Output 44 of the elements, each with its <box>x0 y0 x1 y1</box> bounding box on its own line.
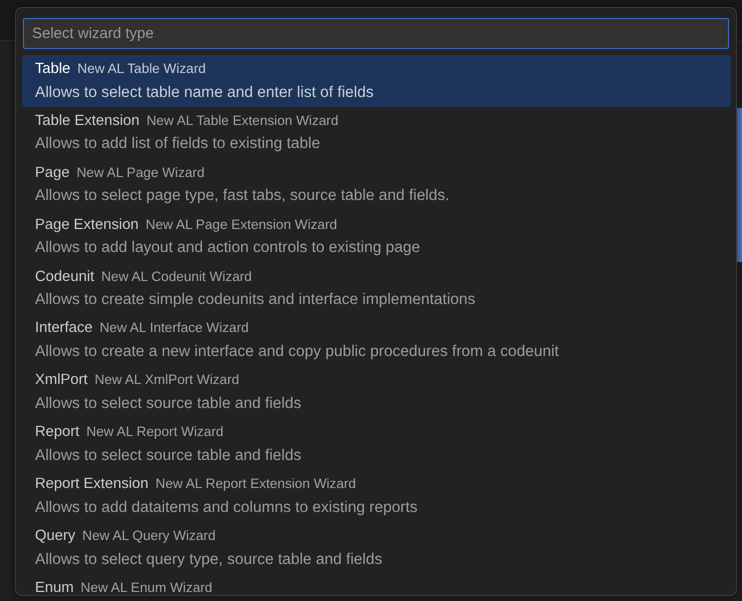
wizard-option[interactable]: Page Extension New AL Page Extension Wizard Allows to add layout and action controls to existing page <box>22 210 731 263</box>
option-label: XmlPort <box>35 372 88 388</box>
option-detail: New AL XmlPort Wizard <box>94 372 240 388</box>
wizard-option[interactable]: Table Extension New AL Table Extension Wizard Allows to add list of fields to existing table <box>22 106 731 159</box>
option-detail: New AL Report Extension Wizard <box>156 476 356 492</box>
option-label: Report <box>35 424 80 440</box>
option-description: Allows to select source table and fields <box>35 394 302 412</box>
wizard-option[interactable]: Codeunit New AL Codeunit Wizard Allows to create simple codeunits and interface implementations <box>22 262 731 314</box>
option-label: Table Extension <box>35 112 140 129</box>
wizard-option[interactable]: Report New AL Report Wizard Allows to select source table and fields <box>22 418 731 470</box>
option-label: Codeunit <box>35 268 94 285</box>
wizard-option[interactable]: Interface New AL Interface Wizard Allows to create a new interface and copy public procedures from a codeunit <box>22 314 731 366</box>
option-detail: New AL Interface Wizard <box>100 320 249 336</box>
option-description: Allows to add list of fields to existing table <box>35 135 320 152</box>
option-detail: New AL Table Extension Wizard <box>146 112 338 128</box>
option-label: Enum <box>35 580 74 595</box>
option-description: Allows to select page type, fast tabs, source table and fields. <box>35 187 450 204</box>
option-label: Page Extension <box>35 216 139 233</box>
option-label: Report Extension <box>35 476 149 492</box>
option-description: Allows to add dataitems and columns to existing reports <box>35 498 418 516</box>
wizard-option[interactable]: Page New AL Page Wizard Allows to select page type, fast tabs, source table and fields. <box>22 158 731 211</box>
option-label: Page <box>35 164 70 181</box>
option-label: Table <box>35 61 70 77</box>
wizard-option[interactable]: Enum New AL Enum Wizard <box>22 574 731 595</box>
option-detail: New AL Codeunit Wizard <box>101 268 252 284</box>
wizard-option[interactable]: Report Extension New AL Report Extension Wizard Allows to add dataitems and columns to existing reports <box>22 470 731 522</box>
wizard-option[interactable]: Query New AL Query Wizard Allows to select query type, source table and fields <box>22 522 731 574</box>
option-description: Allows to select query type, source table and fields <box>35 550 382 568</box>
wizard-option[interactable]: XmlPort New AL XmlPort Wizard Allows to select source table and fields <box>22 366 731 418</box>
option-description: Allows to select source table and fields <box>35 446 302 464</box>
option-description: Allows to create simple codeunits and interface implementations <box>35 291 476 308</box>
option-detail: New AL Query Wizard <box>82 528 216 544</box>
option-detail: New AL Page Wizard <box>76 164 205 180</box>
option-description: Allows to select table name and enter list of fields <box>35 84 374 100</box>
option-detail: New AL Page Extension Wizard <box>146 216 338 232</box>
option-detail: New AL Table Wizard <box>77 61 206 76</box>
option-detail: New AL Enum Wizard <box>80 580 212 595</box>
option-label: Query <box>35 528 76 544</box>
option-description: Allows to add layout and action controls to existing page <box>35 239 420 256</box>
search-field[interactable]: Select wizard type <box>23 18 729 49</box>
option-description: Allows to create a new interface and copy public procedures from a codeunit <box>35 342 559 360</box>
option-detail: New AL Report Wizard <box>86 424 224 440</box>
wizard-option[interactable]: Table New AL Table Wizard Allows to select table name and enter list of fields <box>22 55 731 107</box>
option-label: Interface <box>35 320 93 336</box>
